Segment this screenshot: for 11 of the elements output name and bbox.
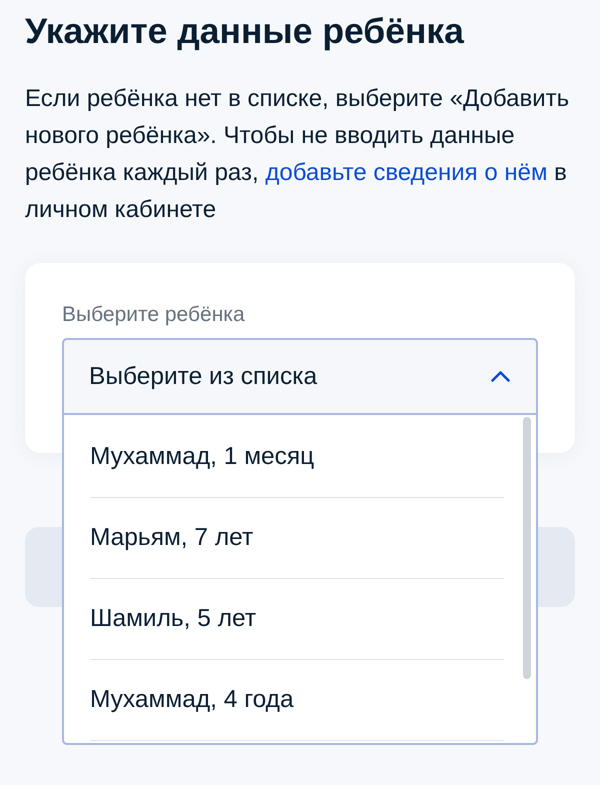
chevron-icon	[491, 371, 510, 382]
scrollbar[interactable]	[523, 417, 531, 679]
list-option[interactable]: Шамиль, 5 лет	[90, 579, 504, 660]
child-dropdown[interactable]: Выберите из списка	[62, 338, 538, 415]
list-option[interactable]: Мухаммад, 4 года	[90, 660, 504, 741]
list-option[interactable]: Марьям, 7 лет	[90, 498, 504, 579]
intro-paragraph: Если ребёнка нет в списке, выберите «Добавить нового ребёнка». Чтобы не вводить данные ребёнка каждый раз, добавьте сведения о нём в личном кабинете	[25, 84, 570, 225]
list-option[interactable]: Мухаммад, 1 месяц	[90, 417, 504, 498]
field-label: Выберите ребёнка	[62, 303, 245, 327]
profile-link[interactable]: добавьте сведения о нём	[265, 159, 548, 186]
page-title: Укажите данные ребёнка	[25, 10, 464, 53]
